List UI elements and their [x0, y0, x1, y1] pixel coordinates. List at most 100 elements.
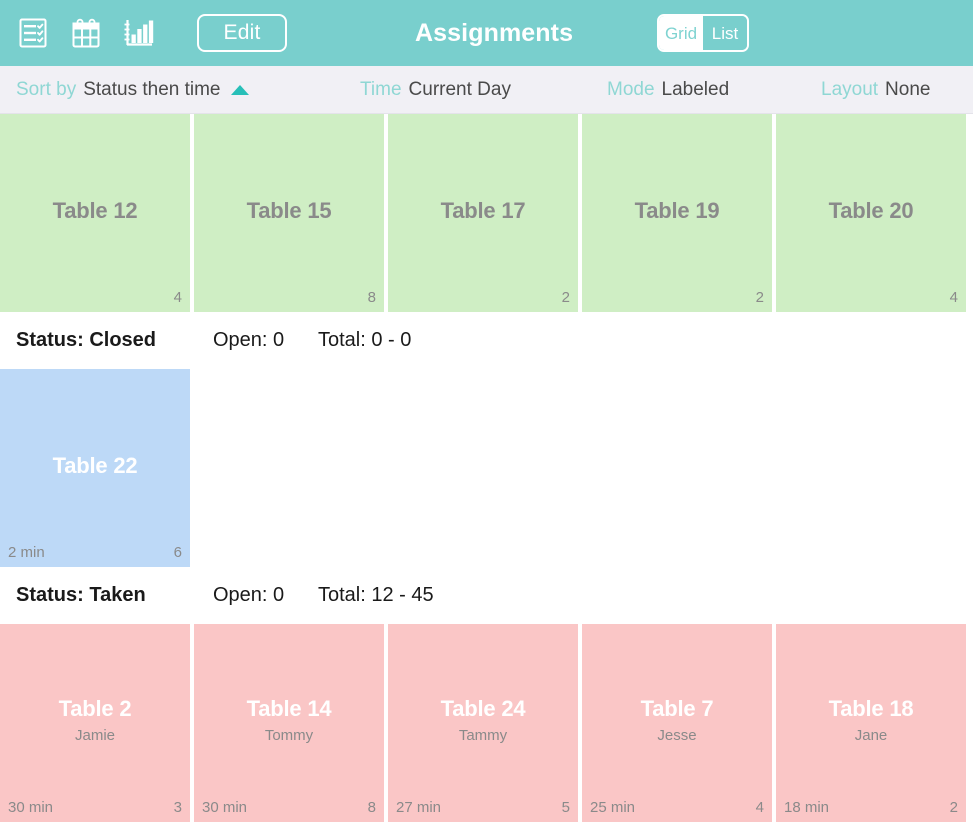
- filter-time-value: Current Day: [408, 78, 511, 100]
- filter-mode-value: Labeled: [661, 78, 730, 100]
- table-card-seat-count: 8: [367, 798, 376, 816]
- table-card[interactable]: Table 15 -8: [194, 114, 384, 312]
- table-card-title: Table 12: [52, 197, 138, 223]
- table-card-server-name: Jane: [854, 727, 888, 745]
- table-card-elapsed-time: 18 min: [784, 798, 830, 816]
- filter-layout-label: Layout: [821, 78, 879, 100]
- edit-button[interactable]: Edit: [197, 14, 287, 52]
- table-card-footer: -2: [582, 288, 772, 307]
- table-card-footer: -4: [776, 288, 966, 307]
- sort-ascending-caret-icon[interactable]: [230, 84, 249, 95]
- checklist-icon[interactable]: [16, 16, 50, 50]
- table-card-footer: -2: [388, 288, 578, 307]
- table-card-footer: 30 min 8: [194, 798, 384, 817]
- table-card-seat-count: 4: [949, 288, 958, 306]
- table-card[interactable]: Table 22 2 min 6: [0, 369, 190, 567]
- table-card-body: Table 18 Jane: [776, 624, 966, 822]
- table-card-title: Table 20: [828, 197, 914, 223]
- table-card-elapsed-time: 30 min: [202, 798, 248, 816]
- table-card-body: Table 17: [388, 114, 578, 312]
- table-card-title: Table 14: [246, 696, 332, 722]
- table-card-footer: 18 min 2: [776, 798, 966, 817]
- filter-time-label: Time: [360, 78, 402, 100]
- toolbar-icon-group: [16, 16, 156, 50]
- table-card-seat-count: 8: [367, 288, 376, 306]
- table-card[interactable]: Table 7 Jesse 25 min 4: [582, 624, 772, 822]
- table-card-body: Table 22: [0, 369, 190, 567]
- view-mode-toggle[interactable]: Grid List: [657, 14, 749, 52]
- table-card-elapsed-time: 25 min: [590, 798, 636, 816]
- table-card-title: Table 15: [246, 197, 332, 223]
- table-card[interactable]: Table 12 -4: [0, 114, 190, 312]
- bar-chart-icon[interactable]: [122, 16, 156, 50]
- calendar-icon[interactable]: [69, 16, 103, 50]
- table-card[interactable]: Table 18 Jane 18 min 2: [776, 624, 966, 822]
- filter-sort-by[interactable]: Sort by Status then time: [16, 66, 249, 113]
- table-card[interactable]: Table 24 Tammy 27 min 5: [388, 624, 578, 822]
- table-card[interactable]: Table 14 Tommy 30 min 8: [194, 624, 384, 822]
- filter-time[interactable]: Time Current Day: [360, 66, 511, 113]
- filter-mode-label: Mode: [607, 78, 655, 100]
- table-card-body: Table 14 Tommy: [194, 624, 384, 822]
- status-label: Status: Closed: [16, 329, 157, 351]
- filter-layout[interactable]: Layout None: [821, 66, 930, 113]
- status-label: Status: Taken: [16, 584, 146, 606]
- table-card-server-name: Jamie: [74, 727, 115, 745]
- table-card-server-name: Tammy: [458, 727, 508, 745]
- view-toggle-list[interactable]: List: [703, 16, 747, 50]
- table-card-body: Table 19: [582, 114, 772, 312]
- filter-sort-by-value: Status then time: [83, 78, 221, 100]
- table-card-footer: -8: [194, 288, 384, 307]
- table-card-body: Table 24 Tammy: [388, 624, 578, 822]
- table-card-seat-count: 2: [949, 798, 958, 816]
- table-card[interactable]: Table 17 -2: [388, 114, 578, 312]
- filter-bar: Sort by Status then time Time Current Da…: [0, 66, 973, 114]
- table-card-seat-count: 2: [561, 288, 570, 306]
- status-total-range: Total: 12 - 45: [318, 584, 434, 606]
- table-card-server-name: Jesse: [657, 727, 697, 745]
- page-title: Assignments: [415, 19, 574, 47]
- table-card-title: Table 17: [440, 197, 526, 223]
- view-toggle-grid[interactable]: Grid: [659, 16, 703, 50]
- table-card-server-name: Tommy: [264, 727, 314, 745]
- assignments-app: Edit Assignments Grid List Sort by Statu…: [0, 0, 973, 823]
- table-card-seat-count: 6: [173, 543, 182, 561]
- table-card-title: Table 19: [634, 197, 720, 223]
- table-card-body: Table 20: [776, 114, 966, 312]
- table-card-seat-count: 2: [755, 288, 764, 306]
- table-card-footer: 2 min 6: [0, 543, 190, 562]
- assignments-board: Table 12 -4 Table 15 -8 Table 17 -2 Table 19 -2…: [0, 114, 973, 823]
- status-summary-row: Status: Taken Open: 0 Total: 12 - 45: [0, 567, 973, 624]
- table-card-footer: 30 min 3: [0, 798, 190, 817]
- card-row: Table 22 2 min 6: [0, 369, 973, 567]
- status-open-count: Open: 0: [213, 329, 285, 351]
- status-open-count: Open: 0: [213, 584, 285, 606]
- table-card-title: Table 7: [640, 696, 714, 722]
- table-card-seat-count: 4: [173, 288, 182, 306]
- table-card[interactable]: Table 2 Jamie 30 min 3: [0, 624, 190, 822]
- table-card-body: Table 12: [0, 114, 190, 312]
- table-card-elapsed-time: 27 min: [396, 798, 442, 816]
- table-card-body: Table 15: [194, 114, 384, 312]
- table-card-seat-count: 4: [755, 798, 764, 816]
- table-card-footer: 27 min 5: [388, 798, 578, 817]
- table-card-title: Table 2: [58, 696, 132, 722]
- table-card-title: Table 22: [52, 452, 138, 478]
- table-card-seat-count: 3: [173, 798, 182, 816]
- table-card-footer: -4: [0, 288, 190, 307]
- table-card-title: Table 18: [828, 696, 914, 722]
- table-card[interactable]: Table 19 -2: [582, 114, 772, 312]
- status-total-range: Total: 0 - 0: [318, 329, 412, 351]
- table-card-elapsed-time: 2 min: [8, 543, 45, 561]
- filter-sort-by-label: Sort by: [16, 78, 77, 100]
- table-card-footer: 25 min 4: [582, 798, 772, 817]
- table-card-title: Table 24: [440, 696, 526, 722]
- status-summary-row: Status: Closed Open: 0 Total: 0 - 0: [0, 312, 973, 369]
- table-card-elapsed-time: 30 min: [8, 798, 54, 816]
- filter-layout-value: None: [885, 78, 931, 100]
- filter-mode[interactable]: Mode Labeled: [607, 66, 729, 113]
- table-card[interactable]: Table 20 -4: [776, 114, 966, 312]
- table-card-body: Table 7 Jesse: [582, 624, 772, 822]
- card-row: Table 12 -4 Table 15 -8 Table 17 -2 Table 19 -2…: [0, 114, 973, 312]
- top-toolbar: Edit Assignments Grid List: [0, 0, 973, 66]
